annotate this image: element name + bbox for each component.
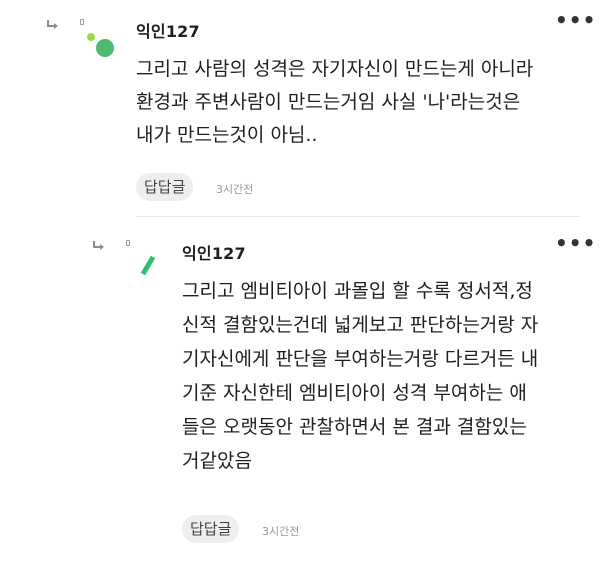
comment-line: 들은 오랫동안 관찰하면서 본 결과 결함있는 <box>182 416 527 438</box>
comment-card: 익인127 ••• 그리고 사람의 성격은 자기자신이 만드는게 아니라 환경과… <box>0 0 608 216</box>
comment-divider <box>136 216 580 217</box>
comment-line: 기준 자신한테 엠비티아이 성격 부여하는 애 <box>182 382 527 404</box>
reply-arrow-icon <box>93 241 104 250</box>
comment-line: 기자신에게 판단을 부여하는거랑 다르거든 내 <box>182 348 539 370</box>
reply-button[interactable]: 답답글 <box>136 173 194 201</box>
comment-line: 신적 결함있는건데 넓게보고 판단하는거랑 자 <box>182 314 539 336</box>
comment-line: 그리고 사람의 성격은 자기자신이 만드는게 아니라 <box>136 58 534 80</box>
indent-marker-icon <box>80 19 84 25</box>
comment-line: 환경과 주변사람이 만드는거임 사실 '나'라는것은 <box>136 91 521 113</box>
comment-line: 내가 만드는것이 아님.. <box>136 124 318 146</box>
comment-line: 거같았음 <box>182 450 252 472</box>
comment-line: 그리고 엠비티아이 과몰입 할 수록 정서적,정 <box>182 280 533 302</box>
more-options-button[interactable]: ••• <box>555 10 596 30</box>
reply-button[interactable]: 답답글 <box>182 515 240 543</box>
comment-timestamp: 3시간전 <box>216 183 254 196</box>
comment-card: 익인127 ••• 그리고 엠비티아이 과몰입 할 수록 정서적,정 신적 결함… <box>0 222 608 568</box>
avatar <box>87 33 114 57</box>
comment-body: 그리고 사람의 성격은 자기자신이 만드는게 아니라 환경과 주변사람이 만드는… <box>136 53 533 152</box>
comment-timestamp: 3시간전 <box>262 525 300 538</box>
indent-marker-icon <box>126 240 130 246</box>
more-options-button[interactable]: ••• <box>555 233 596 253</box>
comment-body: 그리고 엠비티아이 과몰입 할 수록 정서적,정 신적 결함있는건데 넓게보고 … <box>182 274 538 478</box>
avatar <box>140 255 156 276</box>
comment-author[interactable]: 익인127 <box>136 18 200 42</box>
comment-author[interactable]: 익인127 <box>182 240 246 264</box>
reply-arrow-icon <box>47 20 58 29</box>
